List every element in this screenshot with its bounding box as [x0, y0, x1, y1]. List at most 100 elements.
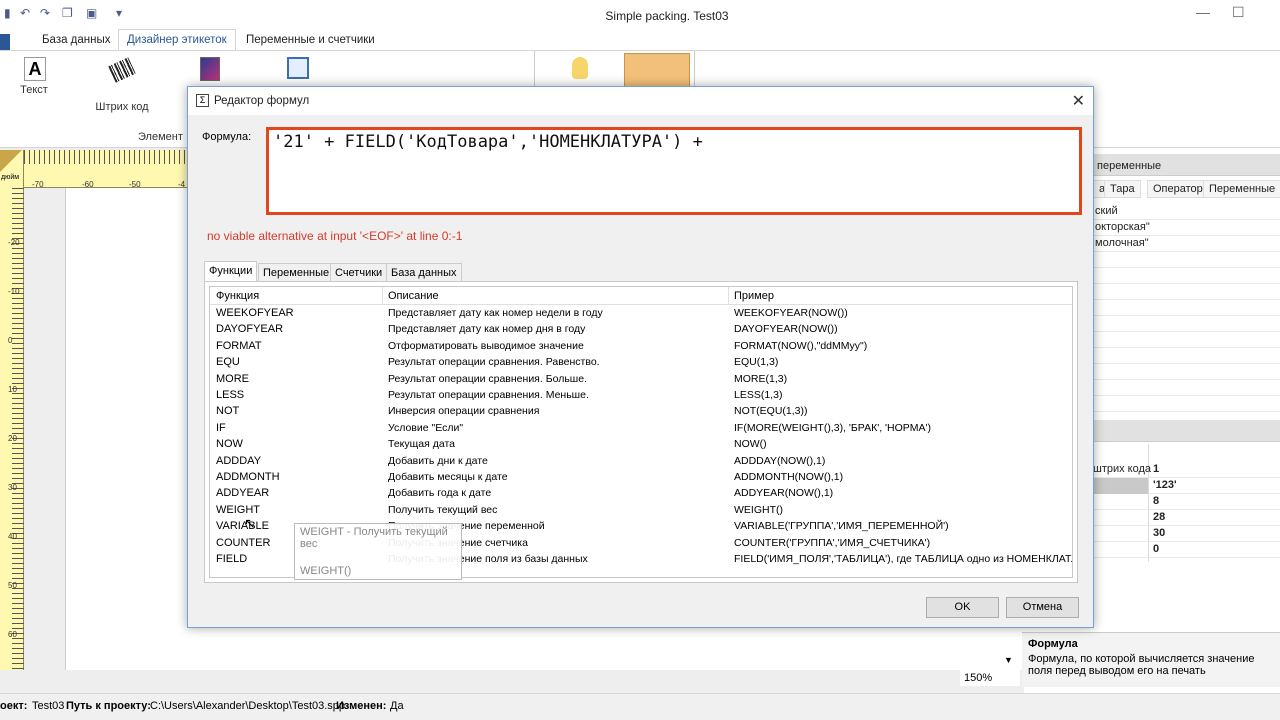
table-row[interactable]: ADDYEAR Добавить года к дате ADDYEAR(NOW()… [210, 487, 1072, 503]
function-example: NOT(EQU(1,3)) [734, 405, 808, 418]
prop-value[interactable]: 28 [1153, 511, 1165, 523]
tab-database[interactable]: База данных [34, 32, 119, 48]
function-name: FIELD [216, 553, 248, 565]
dialog-title-bar: Σ Редактор формул ✕ [188, 87, 1093, 115]
function-description: Получить текущий вес [388, 503, 498, 516]
function-example: WEEKOFYEAR(NOW()) [734, 307, 848, 319]
table-row[interactable]: LESS Результат операции сравнения. Меньше… [210, 389, 1072, 405]
formula-input[interactable]: '21' + FIELD('КодТовара','НОМЕНКЛАТУРА')… [266, 127, 1082, 215]
changed-label: Изменен: [336, 700, 387, 712]
function-name: NOT [216, 405, 240, 418]
rp-tab-variables[interactable]: Переменные [1203, 180, 1280, 198]
function-example: FIELD('ИМЯ_ПОЛЯ','ТАБЛИЦА'), где ТАБЛИЦА… [734, 553, 1073, 565]
mouse-cursor-icon: ↖ [244, 515, 256, 531]
barcode-tool-icon[interactable] [108, 57, 136, 83]
prop-value[interactable]: 30 [1153, 527, 1165, 539]
cancel-button[interactable]: Отмена [1006, 597, 1079, 618]
function-name: MORE [216, 372, 249, 385]
function-name: VARIABLE [216, 520, 269, 533]
function-name: DAYOFYEAR [216, 323, 284, 336]
ruler-tick-label: -10 [8, 287, 20, 296]
close-icon[interactable]: ✕ [1072, 91, 1085, 111]
ok-button[interactable]: OK [926, 597, 999, 618]
col-header-function[interactable]: Функция [216, 290, 259, 302]
function-name: WEEKOFYEAR [216, 307, 294, 319]
function-example: ADDYEAR(NOW(),1) [734, 487, 834, 500]
right-panel-header: переменные [1093, 154, 1280, 176]
function-description: Представляет дату как номер дня в году [388, 323, 586, 336]
list-item[interactable]: окторская" [1095, 221, 1150, 233]
tab-counters[interactable]: Счетчики [330, 263, 388, 282]
tooltip: WEIGHT - Получить текущий вес WEIGHT() [294, 523, 462, 580]
error-message: no viable alternative at input '<EOF>' a… [207, 229, 463, 243]
image-tool-icon[interactable] [200, 57, 220, 81]
scroll-down-icon[interactable]: ▼ [1004, 655, 1013, 665]
ruler-tick-label: 50 [8, 581, 17, 590]
title-bar: ▮ ↶ ↷ ❐ ▣ ▾ Simple packing. Test03 — ☐ [0, 0, 1280, 31]
text-tool-icon[interactable]: A [24, 57, 46, 81]
prop-value[interactable]: '123' [1153, 479, 1177, 491]
tab-variables[interactable]: Переменные [258, 263, 335, 282]
table-row[interactable]: DAYOFYEAR Представляет дату как номер дня… [210, 323, 1072, 339]
list-item[interactable]: ский [1095, 205, 1118, 217]
list-item[interactable]: молочная" [1095, 237, 1149, 249]
ruler-tick-label: 60 [8, 630, 17, 639]
ruler-tick-label: -70 [32, 180, 44, 189]
vertical-ruler: -20 -10 0 10 20 30 40 50 60 [0, 188, 24, 670]
shape-tool-icon[interactable] [287, 57, 309, 79]
function-name: ADDDAY [216, 454, 262, 467]
function-name: ADDYEAR [216, 487, 270, 500]
minimize-icon[interactable]: — [1196, 4, 1210, 20]
right-panel: переменные а Тара Оператор Переменные ск… [1093, 148, 1280, 693]
ribbon-group-label: Элемент [138, 131, 183, 143]
table-row[interactable]: ADDMONTH Добавить месяцы к дате ADDMONTH(N… [210, 471, 1072, 487]
bulb-icon[interactable] [572, 57, 588, 79]
path-value: C:\Users\Alexander\Desktop\Test03.spp [150, 700, 346, 712]
function-description: Результат операции сравнения. Больше. [388, 372, 587, 385]
file-tab[interactable] [0, 34, 10, 50]
function-description: Условие "Если" [388, 421, 464, 434]
function-description: Добавить дни к дате [388, 454, 488, 467]
tab-database[interactable]: База данных [386, 263, 462, 282]
package-icon[interactable] [624, 53, 690, 87]
table-row[interactable]: NOW Текущая дата NOW() [210, 438, 1072, 454]
table-row[interactable]: WEEKOFYEAR Представляет дату как номер не… [210, 307, 1072, 323]
zoom-level[interactable]: 150% [960, 670, 1020, 686]
function-description: Результат операции сравнения. Равенство. [388, 356, 600, 369]
formula-editor-dialog: Σ Редактор формул ✕ Формула: '21' + FIEL… [187, 86, 1094, 628]
function-example: MORE(1,3) [734, 372, 788, 385]
function-example: DAYOFYEAR(NOW()) [734, 323, 838, 336]
prop-value[interactable]: 8 [1153, 495, 1159, 507]
maximize-icon[interactable]: ☐ [1232, 4, 1245, 21]
changed-value: Да [390, 700, 404, 712]
rp-tab-operator[interactable]: Оператор [1147, 180, 1209, 198]
ribbon-tabs: База данных Дизайнер этикеток Переменные… [0, 29, 1280, 51]
function-example: LESS(1,3) [734, 389, 783, 401]
table-row[interactable]: NOT Инверсия операции сравнения NOT(EQU(1,… [210, 405, 1072, 421]
tab-label-designer[interactable]: Дизайнер этикеток [118, 29, 236, 51]
prop-value[interactable]: 1 [1153, 463, 1159, 475]
sigma-icon: Σ [196, 94, 209, 107]
tab-variables-counters[interactable]: Переменные и счетчики [238, 32, 383, 48]
window-title: Simple packing. Test03 [605, 9, 729, 23]
col-header-example[interactable]: Пример [734, 290, 774, 302]
table-row[interactable]: ADDDAY Добавить дни к дате ADDDAY(NOW(),1) [210, 455, 1072, 471]
col-header-description[interactable]: Описание [388, 290, 439, 302]
function-name: NOW [216, 438, 243, 451]
rp-tab-tara[interactable]: Тара [1104, 180, 1141, 198]
function-example: WEIGHT() [734, 503, 783, 516]
function-example: VARIABLE('ГРУППА','ИМЯ_ПЕРЕМЕННОЙ') [734, 520, 949, 533]
tab-functions[interactable]: Функции [204, 261, 258, 281]
table-row[interactable]: EQU Результат операции сравнения. Равенст… [210, 356, 1072, 372]
function-example: NOW() [734, 438, 767, 451]
function-example: ADDDAY(NOW(),1) [734, 454, 826, 467]
function-description: Представляет дату как номер недели в год… [388, 307, 603, 319]
table-row[interactable]: IF Условие "Если" IF(MORE(WEIGHT(),3), 'БР… [210, 422, 1072, 438]
table-row[interactable]: WEIGHT Получить текущий вес WEIGHT() [210, 504, 1072, 520]
prop-value[interactable]: 0 [1153, 543, 1159, 555]
help-text: Формула, по которой вычисляется значение… [1028, 653, 1255, 677]
table-row[interactable]: FORMAT Отформатировать выводимое значение… [210, 340, 1072, 356]
text-tool-label: Текст [20, 84, 48, 96]
function-description: Инверсия операции сравнения [388, 405, 540, 418]
table-row[interactable]: MORE Результат операции сравнения. Больше… [210, 373, 1072, 389]
